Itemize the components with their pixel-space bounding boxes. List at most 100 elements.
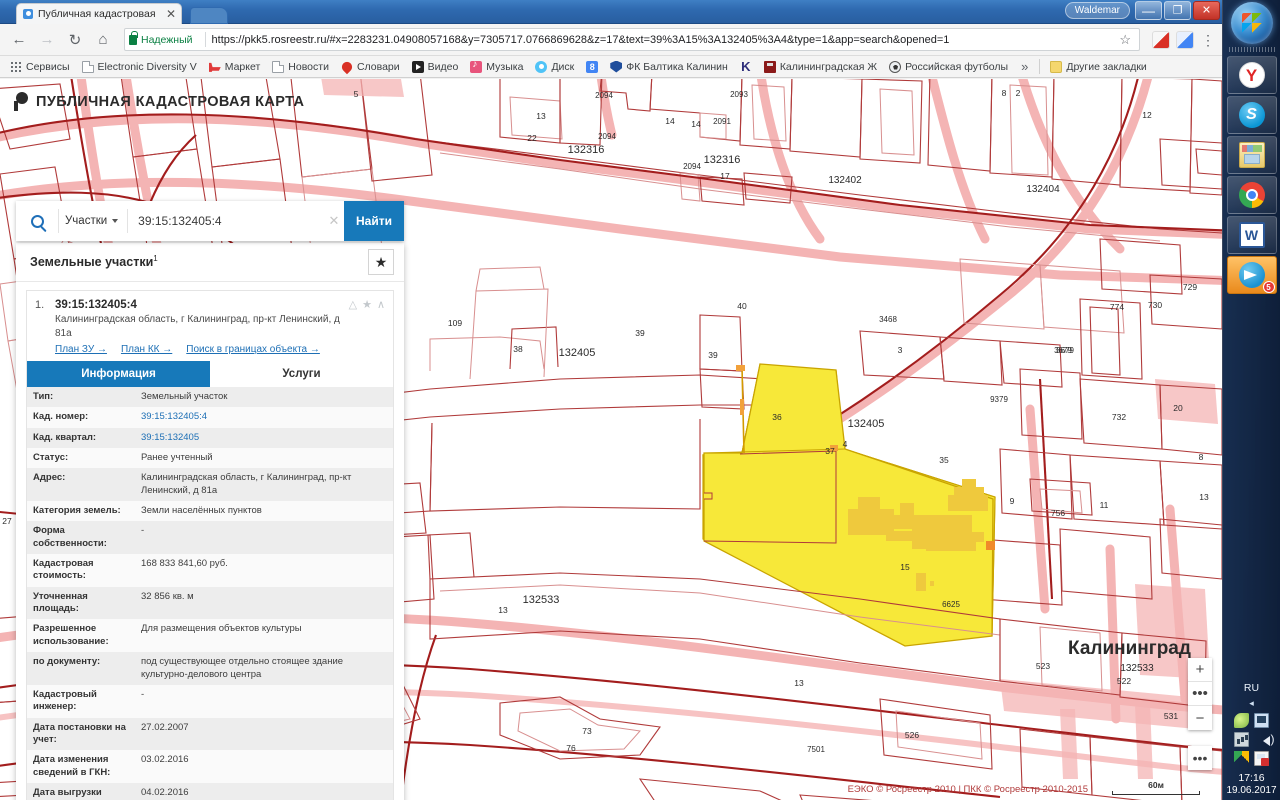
bookmark-item-6[interactable]: Музыка	[465, 57, 528, 76]
taskbar-skype[interactable]	[1226, 96, 1277, 134]
attribute-value[interactable]: 39:15:132405:4	[135, 407, 393, 427]
search-input[interactable]	[128, 201, 324, 241]
taskbar-yandex-browser[interactable]	[1226, 56, 1277, 94]
bookmark-item-12[interactable]: Российская футболы	[884, 57, 1013, 76]
taskbar-telegram[interactable]: 5	[1226, 256, 1277, 294]
bookmark-item-3[interactable]: Новости	[267, 57, 334, 76]
favorites-button[interactable]: ★	[368, 249, 394, 275]
result-link-0[interactable]: План ЗУ →	[55, 344, 107, 355]
taskbar-file-explorer[interactable]	[1226, 136, 1277, 174]
taskbar-microsoft-word[interactable]	[1226, 216, 1277, 254]
map-parcel-label: 9379	[990, 395, 1008, 404]
map-parcel-label: 40	[737, 301, 747, 311]
bookmark-item-4[interactable]: Словари	[336, 57, 405, 76]
result-card[interactable]: 1. 39:15:132405:4 Калининградская област…	[26, 290, 394, 800]
attribute-row: Статус: Ранее учтенный	[27, 448, 393, 469]
language-indicator[interactable]: RU	[1223, 682, 1280, 694]
warning-icon[interactable]: △	[349, 300, 357, 311]
window-titlebar[interactable]: Публичная кадастровая ✕ Waldemar — ❐ ✕	[0, 0, 1222, 24]
extension-icon-1[interactable]	[1152, 30, 1170, 49]
rosreestr-favicon-icon	[22, 8, 34, 20]
security-indicator[interactable]: Надежный	[129, 30, 199, 46]
bookmark-label: Видео	[427, 60, 459, 73]
minimize-button[interactable]: —	[1135, 1, 1162, 20]
clock-time[interactable]: 17:16	[1223, 771, 1280, 785]
attribute-key: Уточненная площадь:	[33, 590, 88, 615]
result-links: План ЗУ → План КК → Поиск в границах объек…	[55, 344, 343, 355]
map-parcel-label: 38	[513, 344, 523, 354]
tab-information[interactable]: Информация	[27, 361, 210, 387]
map-parcel-label: 36	[772, 412, 782, 422]
results-count: 1	[153, 254, 158, 264]
other-bookmarks-folder[interactable]: Другие закладки	[1045, 57, 1151, 76]
bookmark-star-icon[interactable]: ☆	[1115, 32, 1135, 48]
bookmark-item-10[interactable]: K	[735, 57, 757, 76]
google-chrome-icon	[1238, 182, 1265, 208]
map-viewport[interactable]: .pl { fill:none; stroke:#b03a3a; stroke-…	[0, 79, 1222, 800]
star-icon[interactable]: ★	[362, 300, 372, 311]
bookmark-item-8[interactable]: 8	[581, 57, 603, 76]
attribute-row: Дата изменения сведений в ГКН: 03.02.2016	[27, 750, 393, 783]
collapse-icon[interactable]: ∧	[377, 300, 385, 311]
google-drive-icon[interactable]	[1234, 750, 1249, 766]
network-icon[interactable]	[1234, 731, 1249, 747]
disk-icon	[535, 60, 548, 73]
zoom-in-button[interactable]: +	[1188, 658, 1212, 682]
close-window-button[interactable]: ✕	[1193, 1, 1220, 20]
bookmark-item-2[interactable]: Маркет	[204, 57, 266, 76]
find-button[interactable]: Найти	[344, 201, 404, 241]
profile-name-badge[interactable]: Waldemar	[1064, 2, 1130, 19]
map-parcel-label: 730	[1148, 300, 1162, 310]
search-type-dropdown[interactable]: Участки	[58, 209, 129, 233]
antivirus-icon[interactable]	[1234, 712, 1249, 728]
bookmark-item-11[interactable]: Калининградская Ж	[759, 57, 882, 76]
bookmark-item-1[interactable]: Electronic Diversity V	[77, 57, 202, 76]
clear-search-icon[interactable]: ✕	[324, 213, 344, 229]
clock-date[interactable]: 19.06.2017	[1223, 785, 1280, 796]
scalebar-line	[1112, 791, 1200, 795]
bookmark-item-9[interactable]: ФК Балтика Калинин	[605, 57, 733, 76]
reload-icon[interactable]: ↻	[62, 27, 88, 53]
action-center-icon[interactable]	[1254, 750, 1269, 766]
back-icon[interactable]: ←	[6, 27, 32, 53]
zoom-slider-button[interactable]: •••	[1188, 682, 1212, 706]
url-text: https://pkk5.rosreestr.ru/#x=2283231.049…	[211, 33, 950, 46]
result-link-1[interactable]: План КК →	[121, 344, 172, 355]
display-icon[interactable]	[1254, 712, 1269, 728]
bookmark-item-0[interactable]: Сервисы	[5, 57, 75, 76]
extension-icon-2[interactable]	[1176, 30, 1194, 49]
start-button[interactable]	[1230, 2, 1273, 44]
chrome-menu-icon[interactable]: ⋮	[1200, 33, 1216, 47]
windows-taskbar: 5 RU ◂ 17:16 19.06.2017	[1222, 0, 1280, 800]
tab-services[interactable]: Услуги	[210, 361, 393, 387]
bookmarks-overflow-icon[interactable]: »	[1015, 59, 1034, 74]
map-parcel-label: 3	[898, 345, 903, 355]
new-tab-button[interactable]	[190, 7, 228, 24]
telegram-icon	[1238, 262, 1265, 288]
map-tools-button[interactable]: •••	[1188, 746, 1212, 770]
search-icon[interactable]	[16, 201, 58, 241]
home-icon[interactable]: ⌂	[90, 27, 116, 53]
close-tab-icon[interactable]: ✕	[166, 8, 176, 20]
result-index: 1.	[35, 299, 45, 311]
taskbar-google-chrome[interactable]	[1226, 176, 1277, 214]
address-bar[interactable]: Надежный https://pkk5.rosreestr.ru/#x=22…	[124, 28, 1140, 51]
attribute-value[interactable]: 39:15:132405	[135, 428, 393, 448]
music-note-icon	[470, 59, 483, 73]
show-hidden-icons-icon[interactable]: ◂	[1223, 698, 1280, 709]
map-parcel-label: 523	[1036, 661, 1050, 671]
result-link-2[interactable]: Поиск в границах объекта →	[186, 344, 320, 355]
search-panel: Участки ✕ Найти Земельные участки1 ★	[16, 201, 404, 800]
bookmark-label: Electronic Diversity V	[97, 60, 197, 73]
attribute-row: Кад. номер: 39:15:132405:4	[27, 407, 393, 428]
bookmark-item-5[interactable]: Видео	[407, 57, 464, 76]
zoom-out-button[interactable]: −	[1188, 706, 1212, 730]
browser-tab[interactable]: Публичная кадастровая ✕	[16, 3, 182, 24]
bookmark-item-7[interactable]: Диск	[530, 57, 579, 76]
notification-badge: 5	[1262, 281, 1275, 293]
maximize-button[interactable]: ❐	[1164, 1, 1191, 20]
secure-label: Надежный	[141, 33, 193, 46]
map-parcel-label: 5	[354, 89, 359, 99]
forward-icon[interactable]: →	[34, 27, 60, 53]
map-quarter-label: 132316	[704, 154, 741, 166]
